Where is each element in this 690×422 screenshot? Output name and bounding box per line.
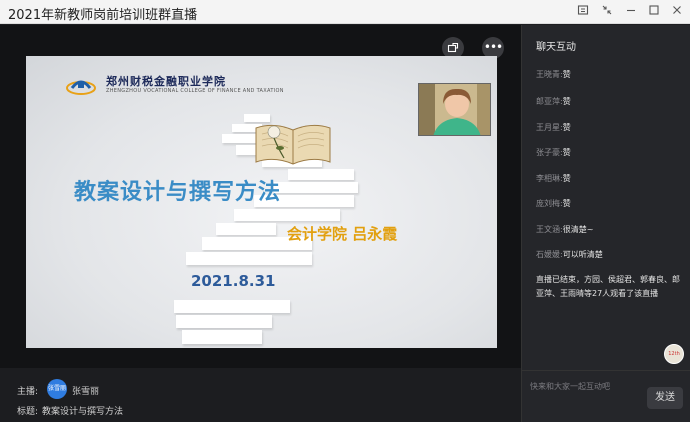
school-name-cn: 郑州财税金融职业学院: [106, 75, 226, 88]
live-stream-window: 2021年新教师岗前培训班群直播 ••• 郑州财税金融职业学院 ZHENGZHO…: [0, 0, 690, 422]
school-logo: [66, 80, 96, 95]
chat-sender: 庞刘梅:: [536, 199, 563, 208]
chat-text: 赞: [562, 70, 571, 79]
host-label: 主播:: [17, 387, 39, 397]
chat-text: 赞: [562, 199, 571, 208]
book-rose-image: [255, 124, 331, 165]
more-icon: •••: [483, 40, 503, 54]
slide-title: 教案设计与撰写方法: [74, 180, 282, 205]
host-name: 张雪丽: [72, 387, 100, 397]
chat-sender: 王月星:: [536, 123, 563, 132]
chat-panel: 聊天互动 王晓青:赞 郎亚萍:赞 王月星:赞 张子豪:赞 李相琳:赞 庞刘梅:赞…: [521, 25, 690, 422]
video-section: ••• 郑州财税金融职业学院 ZHENGZHOU VOCATIONAL COLL…: [0, 25, 521, 422]
chat-sender: 石媛媛:: [536, 250, 563, 259]
chat-message: 郎亚萍:赞: [536, 96, 571, 107]
slide-author: 会计学院 吕永霞: [287, 225, 398, 243]
chat-text: 很清楚~: [562, 225, 594, 234]
title-bar: 2021年新教师岗前培训班群直播: [0, 0, 690, 24]
slide-date: 2021.8.31: [191, 272, 276, 290]
chat-text: 赞: [562, 123, 571, 132]
floating-avatar[interactable]: 12th: [664, 344, 684, 364]
close-icon[interactable]: [668, 3, 686, 21]
topic-label: 标题:: [17, 407, 39, 417]
school-name-en: ZHENGZHOU VOCATIONAL COLLEGE OF FINANCE …: [106, 88, 284, 94]
topic-text: 教案设计与撰写方法: [42, 407, 124, 417]
chat-text: 赞: [562, 148, 571, 157]
window-title: 2021年新教师岗前培训班群直播: [8, 8, 198, 23]
send-button[interactable]: 发送: [647, 387, 683, 409]
presenter-camera[interactable]: [418, 83, 491, 136]
minimize-icon[interactable]: [622, 3, 640, 21]
chat-text: 赞: [562, 174, 571, 183]
chat-message: 王晓青:赞: [536, 69, 571, 80]
maximize-icon[interactable]: [645, 3, 663, 21]
chat-sender: 张子豪:: [536, 148, 563, 157]
stream-ended-notice: 直播已结束，方园、侯超君、郭春良、郎亚萍、王雨晴等27人观看了该直播: [536, 275, 680, 298]
collapse-icon[interactable]: [598, 3, 616, 21]
video-player[interactable]: ••• 郑州财税金融职业学院 ZHENGZHOU VOCATIONAL COLL…: [0, 25, 521, 368]
presenter-image: [419, 84, 490, 135]
chat-sender: 王晓青:: [536, 70, 563, 79]
host-avatar[interactable]: 张雪丽: [47, 379, 67, 399]
save-icon[interactable]: [574, 3, 592, 21]
chat-text: 赞: [562, 97, 571, 106]
chat-title: 聊天互动: [536, 42, 576, 53]
chat-message: 石媛媛:可以听清楚: [536, 249, 603, 260]
chat-sender: 李相琳:: [536, 174, 563, 183]
chat-input[interactable]: [530, 377, 642, 395]
chat-text: 可以听清楚: [562, 250, 603, 259]
chat-message: 王文涵:很清楚~: [536, 224, 593, 235]
chat-sender: 郎亚萍:: [536, 97, 563, 106]
chat-message: 王月星:赞: [536, 122, 571, 133]
chat-message: 庞刘梅:赞: [536, 198, 571, 209]
chat-message: 李相琳:赞: [536, 173, 571, 184]
chat-divider: [522, 370, 690, 371]
chat-message: 张子豪:赞: [536, 147, 571, 158]
chat-sender: 王文涵:: [536, 225, 563, 234]
host-info-bar: 主播: 张雪丽 张雪丽 标题: 教案设计与撰写方法: [0, 368, 521, 422]
